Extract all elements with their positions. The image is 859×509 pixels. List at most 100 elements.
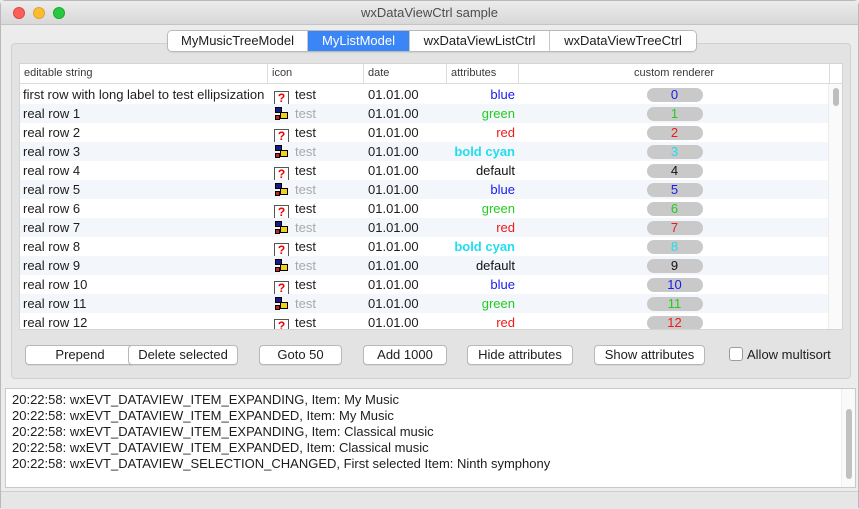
date-cell[interactable]: 01.01.00 xyxy=(364,85,447,104)
data-view-list[interactable]: editable string icon date attributes cus… xyxy=(19,63,843,330)
allow-multisort-checkbox[interactable] xyxy=(729,347,743,361)
custom-renderer-cell[interactable]: 2 xyxy=(519,123,830,142)
table-row[interactable]: first row with long label to test ellips… xyxy=(20,85,830,104)
list-scrollbar[interactable] xyxy=(828,84,842,329)
editable-string-cell[interactable]: first row with long label to test ellips… xyxy=(20,85,268,104)
attributes-cell[interactable]: bold cyan xyxy=(447,237,519,256)
date-cell[interactable]: 01.01.00 xyxy=(364,237,447,256)
custom-renderer-cell[interactable]: 0 xyxy=(519,85,830,104)
table-row[interactable]: real row 6? test 01.01.00 green 6 xyxy=(20,199,830,218)
table-row[interactable]: real row 12? test 01.01.00 red 12 xyxy=(20,313,830,329)
date-cell[interactable]: 01.01.00 xyxy=(364,218,447,237)
icon-cell[interactable]: test xyxy=(268,218,364,237)
attributes-cell[interactable]: default xyxy=(447,256,519,275)
icon-cell[interactable]: test xyxy=(268,104,364,123)
date-cell[interactable]: 01.01.00 xyxy=(364,294,447,313)
date-cell[interactable]: 01.01.00 xyxy=(364,180,447,199)
table-row[interactable]: real row 11 test 01.01.00 green 11 xyxy=(20,294,830,313)
editable-string-cell[interactable]: real row 12 xyxy=(20,313,268,329)
attributes-cell[interactable]: blue xyxy=(447,275,519,294)
show-attributes-button[interactable]: Show attributes xyxy=(594,345,705,365)
goto-50-button[interactable]: Goto 50 xyxy=(259,345,342,365)
editable-string-cell[interactable]: real row 5 xyxy=(20,180,268,199)
attributes-cell[interactable]: blue xyxy=(447,85,519,104)
column-header-custom-renderer[interactable]: custom renderer xyxy=(519,64,830,84)
attributes-cell[interactable]: green xyxy=(447,199,519,218)
attributes-cell[interactable]: bold cyan xyxy=(447,142,519,161)
custom-renderer-cell[interactable]: 6 xyxy=(519,199,830,218)
tab-wxdataviewtreectrl[interactable]: wxDataViewTreeCtrl xyxy=(550,31,696,51)
table-row[interactable]: real row 10? test 01.01.00 blue 10 xyxy=(20,275,830,294)
editable-string-cell[interactable]: real row 11 xyxy=(20,294,268,313)
date-cell[interactable]: 01.01.00 xyxy=(364,142,447,161)
attributes-cell[interactable]: default xyxy=(447,161,519,180)
attributes-cell[interactable]: green xyxy=(447,104,519,123)
tab-mymusictreemodel[interactable]: MyMusicTreeModel xyxy=(168,31,308,51)
hide-attributes-button[interactable]: Hide attributes xyxy=(467,345,573,365)
attributes-cell[interactable]: blue xyxy=(447,180,519,199)
prepend-button[interactable]: Prepend xyxy=(25,345,135,365)
date-cell[interactable]: 01.01.00 xyxy=(364,123,447,142)
custom-renderer-cell[interactable]: 12 xyxy=(519,313,830,329)
table-row[interactable]: real row 3 test 01.01.00 bold cyan 3 xyxy=(20,142,830,161)
icon-cell[interactable]: test xyxy=(268,256,364,275)
editable-string-cell[interactable]: real row 2 xyxy=(20,123,268,142)
attributes-cell[interactable]: red xyxy=(447,313,519,329)
custom-renderer-cell[interactable]: 3 xyxy=(519,142,830,161)
tab-wxdataviewlistctrl[interactable]: wxDataViewListCtrl xyxy=(410,31,550,51)
icon-cell[interactable]: ? test xyxy=(268,85,364,104)
icon-cell[interactable]: ? test xyxy=(268,199,364,218)
editable-string-cell[interactable]: real row 10 xyxy=(20,275,268,294)
add-1000-button[interactable]: Add 1000 xyxy=(363,345,447,365)
custom-renderer-cell[interactable]: 7 xyxy=(519,218,830,237)
table-row[interactable]: real row 5 test 01.01.00 blue 5 xyxy=(20,180,830,199)
custom-renderer-cell[interactable]: 1 xyxy=(519,104,830,123)
column-header-icon[interactable]: icon xyxy=(268,64,364,84)
icon-cell[interactable]: ? test xyxy=(268,161,364,180)
event-log[interactable]: 20:22:58: wxEVT_DATAVIEW_ITEM_EXPANDING,… xyxy=(5,388,856,488)
icon-cell[interactable]: test xyxy=(268,180,364,199)
column-header-attributes[interactable]: attributes xyxy=(447,64,519,84)
table-row[interactable]: real row 8? test 01.01.00 bold cyan 8 xyxy=(20,237,830,256)
table-row[interactable]: real row 4? test 01.01.00 default 4 xyxy=(20,161,830,180)
icon-cell[interactable]: ? test xyxy=(268,123,364,142)
icon-cell[interactable]: ? test xyxy=(268,237,364,256)
table-row[interactable]: real row 7 test 01.01.00 red 7 xyxy=(20,218,830,237)
list-scrollbar-thumb[interactable] xyxy=(833,88,839,106)
date-cell[interactable]: 01.01.00 xyxy=(364,256,447,275)
custom-renderer-cell[interactable]: 8 xyxy=(519,237,830,256)
icon-cell[interactable]: ? test xyxy=(268,275,364,294)
editable-string-cell[interactable]: real row 6 xyxy=(20,199,268,218)
tab-mylistmodel[interactable]: MyListModel xyxy=(308,31,410,51)
attributes-cell[interactable]: green xyxy=(447,294,519,313)
editable-string-cell[interactable]: real row 9 xyxy=(20,256,268,275)
date-cell[interactable]: 01.01.00 xyxy=(364,275,447,294)
custom-renderer-cell[interactable]: 11 xyxy=(519,294,830,313)
table-row[interactable]: real row 2? test 01.01.00 red 2 xyxy=(20,123,830,142)
editable-string-cell[interactable]: real row 1 xyxy=(20,104,268,123)
editable-string-cell[interactable]: real row 8 xyxy=(20,237,268,256)
column-header-editable-string[interactable]: editable string xyxy=(20,64,268,84)
table-row[interactable]: real row 1 test 01.01.00 green 1 xyxy=(20,104,830,123)
attributes-cell[interactable]: red xyxy=(447,123,519,142)
editable-string-cell[interactable]: real row 3 xyxy=(20,142,268,161)
log-scrollbar[interactable] xyxy=(841,389,855,487)
table-row[interactable]: real row 9 test 01.01.00 default 9 xyxy=(20,256,830,275)
date-cell[interactable]: 01.01.00 xyxy=(364,104,447,123)
custom-renderer-cell[interactable]: 10 xyxy=(519,275,830,294)
editable-string-cell[interactable]: real row 7 xyxy=(20,218,268,237)
column-header-date[interactable]: date xyxy=(364,64,447,84)
date-cell[interactable]: 01.01.00 xyxy=(364,199,447,218)
custom-renderer-cell[interactable]: 9 xyxy=(519,256,830,275)
icon-cell[interactable]: test xyxy=(268,142,364,161)
attributes-cell[interactable]: red xyxy=(447,218,519,237)
log-scrollbar-thumb[interactable] xyxy=(846,409,852,479)
delete-selected-button[interactable]: Delete selected xyxy=(128,345,238,365)
icon-cell[interactable]: test xyxy=(268,294,364,313)
editable-string-cell[interactable]: real row 4 xyxy=(20,161,268,180)
custom-renderer-cell[interactable]: 5 xyxy=(519,180,830,199)
icon-cell[interactable]: ? test xyxy=(268,313,364,329)
date-cell[interactable]: 01.01.00 xyxy=(364,313,447,329)
custom-renderer-cell[interactable]: 4 xyxy=(519,161,830,180)
date-cell[interactable]: 01.01.00 xyxy=(364,161,447,180)
